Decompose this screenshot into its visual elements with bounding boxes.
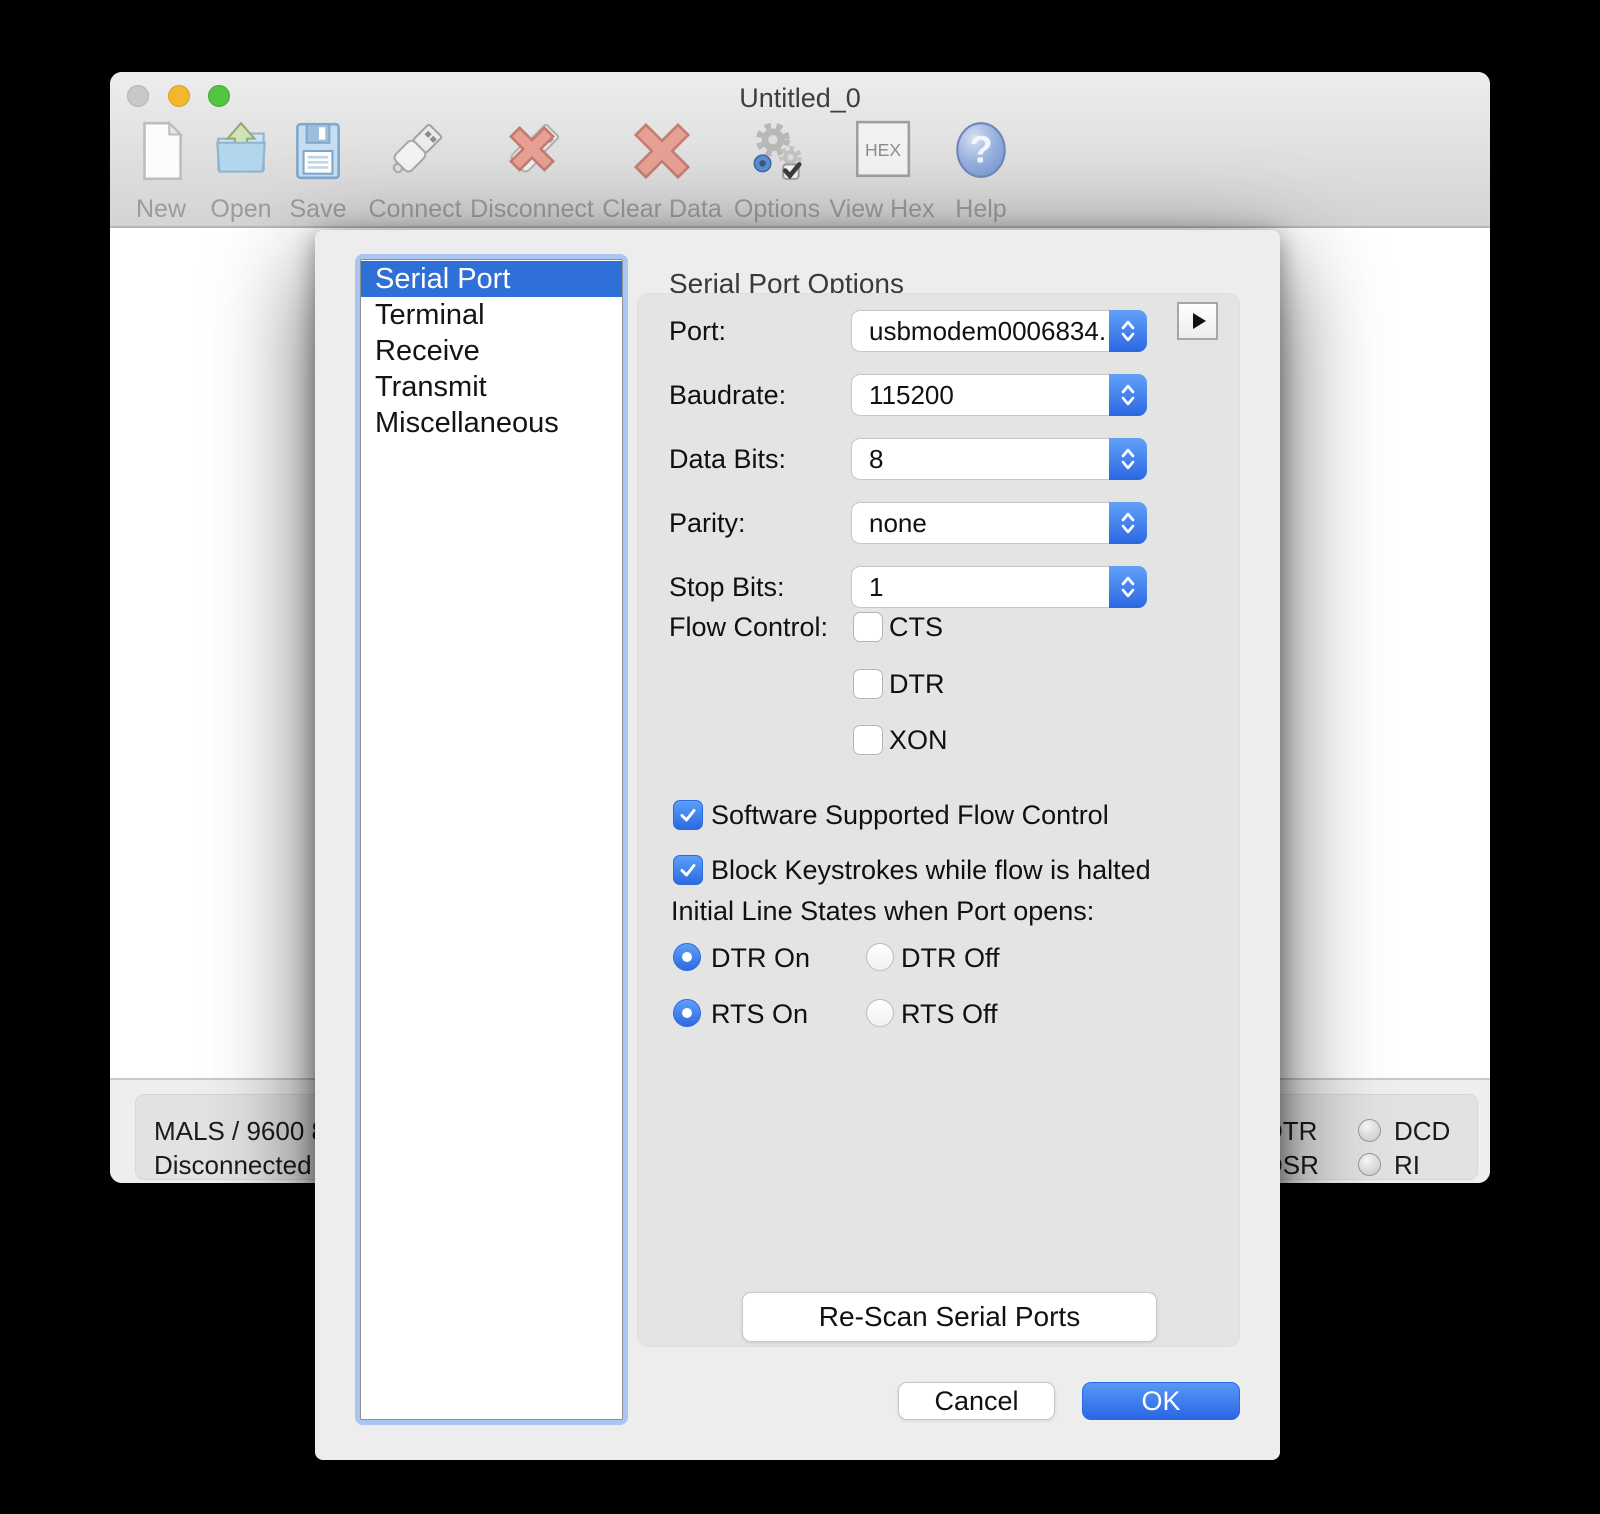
stop-bits-label: Stop Bits:: [669, 572, 785, 602]
port-select[interactable]: usbmodem0006834...: [851, 310, 1147, 352]
stop-bits-select[interactable]: 1: [851, 566, 1147, 608]
baudrate-select[interactable]: 115200: [851, 374, 1147, 416]
toolbar-label: Disconnect: [470, 195, 594, 223]
software-flow-control-checkbox[interactable]: [673, 800, 703, 830]
toolbar-button-help[interactable]: ? Help: [906, 118, 1056, 224]
hex-badge-text: HEX: [865, 140, 901, 160]
status-port-settings: MALS / 9600 8-: [154, 1116, 335, 1146]
help-icon: ?: [948, 118, 1014, 189]
dtr-off-radio-label[interactable]: DTR Off: [901, 942, 1000, 974]
dtr-off-radio[interactable]: [866, 943, 894, 971]
options-dialog: Serial Port Terminal Receive Transmit Mi…: [315, 230, 1280, 1460]
port-disclosure-button[interactable]: [1177, 302, 1218, 340]
usb-connect-icon: [382, 118, 448, 189]
sidebar-item-terminal[interactable]: Terminal: [361, 297, 622, 333]
parity-label: Parity:: [669, 508, 746, 538]
port-value: usbmodem0006834...: [869, 316, 1104, 346]
sidebar-item-serial-port[interactable]: Serial Port: [361, 261, 622, 297]
xon-checkbox[interactable]: [853, 725, 883, 755]
initial-line-states-label: Initial Line States when Port opens:: [671, 896, 1095, 926]
status-label-ri: RI: [1394, 1150, 1420, 1180]
baudrate-label: Baudrate:: [669, 380, 787, 410]
right-triangle-icon: [1193, 313, 1206, 329]
status-label-dcd: DCD: [1394, 1116, 1451, 1146]
serial-port-options-group: Port: usbmodem0006834... Baudrate: 11520…: [637, 293, 1240, 1347]
parity-value: none: [869, 508, 927, 538]
cts-checkbox[interactable]: [853, 612, 883, 642]
dcd-led-indicator: [1358, 1119, 1381, 1142]
options-category-list-inner: Serial Port Terminal Receive Transmit Mi…: [360, 259, 623, 1420]
toolbar-label: Save: [289, 195, 347, 223]
dtr-on-radio-label[interactable]: DTR On: [711, 942, 810, 974]
stop-bits-value: 1: [869, 572, 884, 602]
screen-background: Untitled_0 New Open Save Connect Disconn…: [0, 0, 1600, 1514]
baudrate-value: 115200: [869, 380, 954, 410]
stepper-arrows-icon: [1109, 374, 1147, 416]
rts-off-radio[interactable]: [866, 999, 894, 1027]
data-bits-select[interactable]: 8: [851, 438, 1147, 480]
parity-select[interactable]: none: [851, 502, 1147, 544]
rts-off-radio-label[interactable]: RTS Off: [901, 998, 998, 1030]
rts-on-radio[interactable]: [673, 999, 701, 1027]
port-label: Port:: [669, 316, 727, 346]
help-glyph-text: ?: [969, 128, 992, 171]
data-bits-label: Data Bits:: [669, 444, 787, 474]
options-category-list: Serial Port Terminal Receive Transmit Mi…: [355, 254, 628, 1425]
toolbar-label: Connect: [368, 195, 462, 223]
block-keystrokes-checkbox[interactable]: [673, 855, 703, 885]
sidebar-item-transmit[interactable]: Transmit: [361, 369, 622, 405]
stepper-arrows-icon: [1109, 502, 1147, 544]
dtr-checkbox[interactable]: [853, 669, 883, 699]
title-bar: Untitled_0 New Open Save Connect Disconn…: [110, 72, 1490, 228]
clear-data-icon: [629, 118, 695, 189]
ri-led-indicator: [1358, 1153, 1381, 1176]
toolbar-label: Help: [955, 195, 1007, 223]
toolbar-button-disconnect[interactable]: Disconnect: [457, 118, 607, 224]
dtr-on-radio[interactable]: [673, 943, 701, 971]
stepper-arrows-icon: [1109, 438, 1147, 480]
rts-on-radio-label[interactable]: RTS On: [711, 998, 808, 1030]
block-keystrokes-label[interactable]: Block Keystrokes while flow is halted: [711, 854, 1151, 886]
stepper-arrows-icon: [1109, 566, 1147, 608]
status-connection-state: Disconnected: [154, 1150, 312, 1180]
xon-checkbox-label[interactable]: XON: [889, 724, 948, 756]
stepper-arrows-icon: [1109, 310, 1147, 352]
flow-control-label: Flow Control:: [669, 612, 829, 642]
cts-checkbox-label[interactable]: CTS: [889, 611, 943, 643]
options-gears-icon: [744, 118, 810, 189]
window-title: Untitled_0: [739, 83, 861, 113]
sidebar-item-miscellaneous[interactable]: Miscellaneous: [361, 405, 622, 441]
ok-button[interactable]: OK: [1082, 1382, 1240, 1420]
software-flow-control-label[interactable]: Software Supported Flow Control: [711, 799, 1109, 831]
rescan-serial-ports-button[interactable]: Re-Scan Serial Ports: [742, 1292, 1157, 1342]
dtr-checkbox-label[interactable]: DTR: [889, 668, 945, 700]
sidebar-item-receive[interactable]: Receive: [361, 333, 622, 369]
data-bits-value: 8: [869, 444, 884, 474]
usb-disconnect-icon: [499, 118, 565, 189]
cancel-button[interactable]: Cancel: [898, 1382, 1055, 1420]
